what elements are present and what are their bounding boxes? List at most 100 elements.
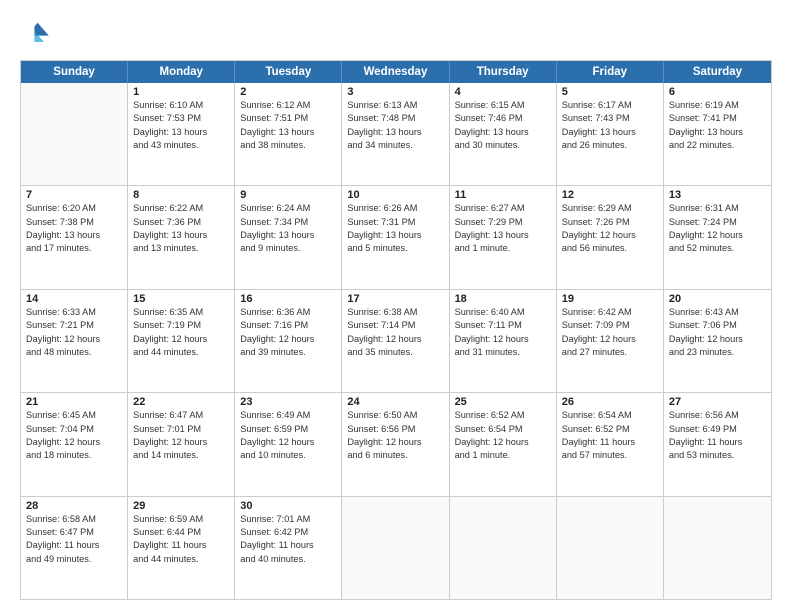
cell-line: Daylight: 12 hours: [240, 333, 336, 346]
cell-line: Sunrise: 6:20 AM: [26, 202, 122, 215]
calendar-cell: 26Sunrise: 6:54 AMSunset: 6:52 PMDayligh…: [557, 393, 664, 495]
cell-line: Sunrise: 6:38 AM: [347, 306, 443, 319]
cell-line: Sunrise: 6:49 AM: [240, 409, 336, 422]
cell-line: Sunset: 6:47 PM: [26, 526, 122, 539]
cell-line: Sunrise: 6:40 AM: [455, 306, 551, 319]
day-number: 19: [562, 293, 658, 305]
cell-line: Sunset: 7:53 PM: [133, 112, 229, 125]
cell-line: Sunrise: 6:24 AM: [240, 202, 336, 215]
day-number: 8: [133, 189, 229, 201]
cell-line: Sunset: 6:42 PM: [240, 526, 336, 539]
cell-line: Sunset: 7:48 PM: [347, 112, 443, 125]
cell-line: Sunrise: 6:45 AM: [26, 409, 122, 422]
cell-line: Daylight: 11 hours: [133, 539, 229, 552]
cell-line: and 1 minute.: [455, 242, 551, 255]
cell-line: and 56 minutes.: [562, 242, 658, 255]
day-number: 22: [133, 396, 229, 408]
day-number: 24: [347, 396, 443, 408]
day-number: 16: [240, 293, 336, 305]
cell-line: Sunset: 7:51 PM: [240, 112, 336, 125]
cell-line: Sunrise: 6:29 AM: [562, 202, 658, 215]
calendar-cell: 24Sunrise: 6:50 AMSunset: 6:56 PMDayligh…: [342, 393, 449, 495]
cell-line: and 35 minutes.: [347, 346, 443, 359]
cell-line: Daylight: 12 hours: [562, 229, 658, 242]
calendar-cell: 23Sunrise: 6:49 AMSunset: 6:59 PMDayligh…: [235, 393, 342, 495]
calendar-cell: [342, 497, 449, 599]
calendar-cell: 21Sunrise: 6:45 AMSunset: 7:04 PMDayligh…: [21, 393, 128, 495]
cell-line: Sunset: 7:43 PM: [562, 112, 658, 125]
cell-line: Sunset: 7:26 PM: [562, 216, 658, 229]
cell-line: Sunset: 7:16 PM: [240, 319, 336, 332]
cell-line: Daylight: 13 hours: [133, 126, 229, 139]
cell-line: and 17 minutes.: [26, 242, 122, 255]
cell-line: and 44 minutes.: [133, 553, 229, 566]
cell-line: Daylight: 11 hours: [562, 436, 658, 449]
weekday-header: Tuesday: [235, 61, 342, 83]
cell-line: Sunset: 7:38 PM: [26, 216, 122, 229]
calendar-header: SundayMondayTuesdayWednesdayThursdayFrid…: [21, 61, 771, 83]
day-number: 25: [455, 396, 551, 408]
calendar-cell: 13Sunrise: 6:31 AMSunset: 7:24 PMDayligh…: [664, 186, 771, 288]
calendar-row: 21Sunrise: 6:45 AMSunset: 7:04 PMDayligh…: [21, 392, 771, 495]
day-number: 28: [26, 500, 122, 512]
cell-line: Sunrise: 6:47 AM: [133, 409, 229, 422]
cell-line: Sunrise: 6:36 AM: [240, 306, 336, 319]
day-number: 7: [26, 189, 122, 201]
cell-line: Sunrise: 6:12 AM: [240, 99, 336, 112]
cell-line: and 44 minutes.: [133, 346, 229, 359]
day-number: 3: [347, 86, 443, 98]
calendar-cell: [450, 497, 557, 599]
cell-line: Sunrise: 6:54 AM: [562, 409, 658, 422]
cell-line: Daylight: 12 hours: [26, 436, 122, 449]
calendar-cell: 5Sunrise: 6:17 AMSunset: 7:43 PMDaylight…: [557, 83, 664, 185]
calendar-cell: 15Sunrise: 6:35 AMSunset: 7:19 PMDayligh…: [128, 290, 235, 392]
cell-line: Sunset: 7:34 PM: [240, 216, 336, 229]
calendar-cell: 1Sunrise: 6:10 AMSunset: 7:53 PMDaylight…: [128, 83, 235, 185]
calendar-cell: 3Sunrise: 6:13 AMSunset: 7:48 PMDaylight…: [342, 83, 449, 185]
day-number: 14: [26, 293, 122, 305]
cell-line: Sunset: 6:44 PM: [133, 526, 229, 539]
cell-line: Daylight: 11 hours: [240, 539, 336, 552]
calendar-cell: 19Sunrise: 6:42 AMSunset: 7:09 PMDayligh…: [557, 290, 664, 392]
cell-line: Sunrise: 6:19 AM: [669, 99, 766, 112]
cell-line: Sunrise: 6:31 AM: [669, 202, 766, 215]
cell-line: Daylight: 12 hours: [669, 229, 766, 242]
cell-line: Daylight: 12 hours: [455, 436, 551, 449]
calendar-cell: 25Sunrise: 6:52 AMSunset: 6:54 PMDayligh…: [450, 393, 557, 495]
cell-line: Sunrise: 6:10 AM: [133, 99, 229, 112]
cell-line: Sunset: 6:49 PM: [669, 423, 766, 436]
weekday-header: Sunday: [21, 61, 128, 83]
cell-line: Sunrise: 6:59 AM: [133, 513, 229, 526]
cell-line: and 5 minutes.: [347, 242, 443, 255]
cell-line: Daylight: 12 hours: [455, 333, 551, 346]
weekday-header: Monday: [128, 61, 235, 83]
cell-line: Sunset: 7:36 PM: [133, 216, 229, 229]
calendar-row: 1Sunrise: 6:10 AMSunset: 7:53 PMDaylight…: [21, 83, 771, 185]
calendar-cell: 20Sunrise: 6:43 AMSunset: 7:06 PMDayligh…: [664, 290, 771, 392]
cell-line: and 57 minutes.: [562, 449, 658, 462]
calendar-body: 1Sunrise: 6:10 AMSunset: 7:53 PMDaylight…: [21, 83, 771, 599]
cell-line: Sunrise: 6:17 AM: [562, 99, 658, 112]
calendar-cell: 28Sunrise: 6:58 AMSunset: 6:47 PMDayligh…: [21, 497, 128, 599]
day-number: 17: [347, 293, 443, 305]
cell-line: Sunset: 7:46 PM: [455, 112, 551, 125]
calendar-cell: 7Sunrise: 6:20 AMSunset: 7:38 PMDaylight…: [21, 186, 128, 288]
cell-line: Sunset: 7:21 PM: [26, 319, 122, 332]
cell-line: and 49 minutes.: [26, 553, 122, 566]
day-number: 9: [240, 189, 336, 201]
cell-line: Sunset: 6:59 PM: [240, 423, 336, 436]
cell-line: Sunset: 6:56 PM: [347, 423, 443, 436]
cell-line: Sunset: 7:31 PM: [347, 216, 443, 229]
calendar-cell: 29Sunrise: 6:59 AMSunset: 6:44 PMDayligh…: [128, 497, 235, 599]
cell-line: Sunrise: 6:13 AM: [347, 99, 443, 112]
weekday-header: Thursday: [450, 61, 557, 83]
calendar-cell: 16Sunrise: 6:36 AMSunset: 7:16 PMDayligh…: [235, 290, 342, 392]
day-number: 2: [240, 86, 336, 98]
cell-line: Sunrise: 7:01 AM: [240, 513, 336, 526]
cell-line: Sunset: 7:41 PM: [669, 112, 766, 125]
cell-line: Sunset: 7:14 PM: [347, 319, 443, 332]
cell-line: and 38 minutes.: [240, 139, 336, 152]
day-number: 23: [240, 396, 336, 408]
cell-line: Sunrise: 6:52 AM: [455, 409, 551, 422]
logo: [20, 18, 56, 50]
